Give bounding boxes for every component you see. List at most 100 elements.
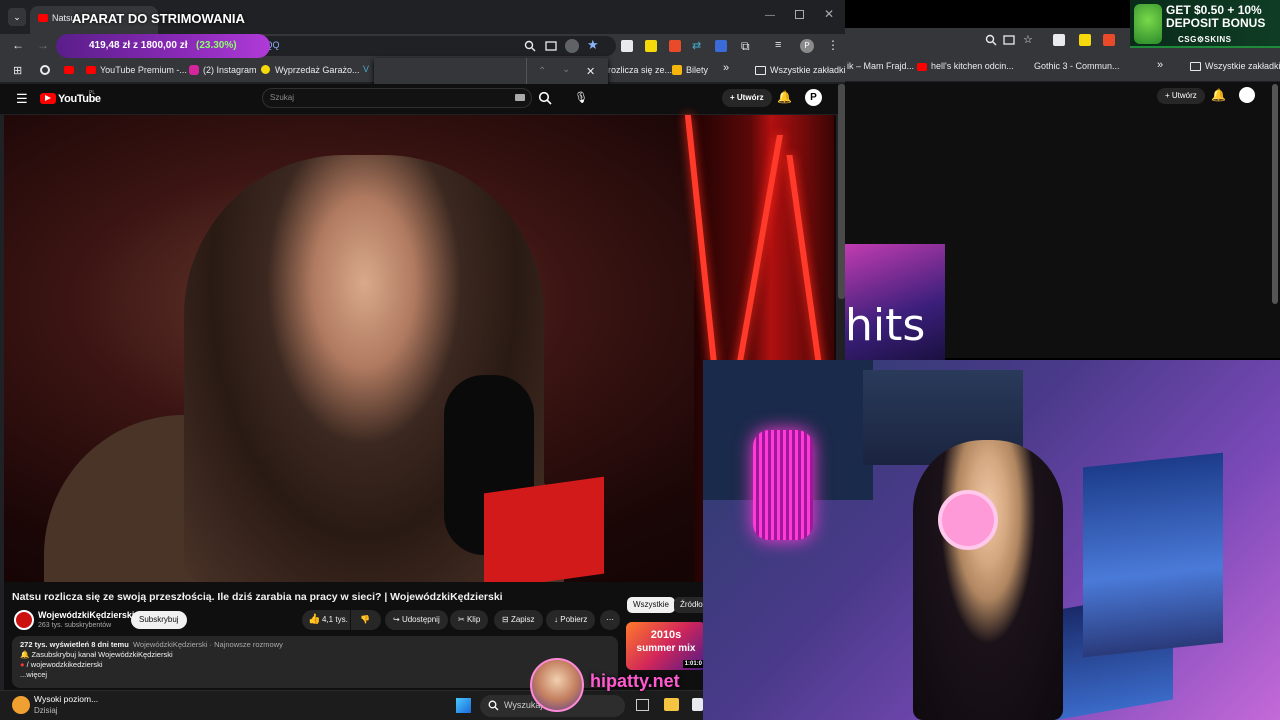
windows-start-icon[interactable]: [456, 698, 471, 713]
channel-avatar[interactable]: [14, 610, 34, 630]
youtube-favicon-icon: [38, 14, 48, 22]
bookmark-item[interactable]: ik – Mam Frajd...: [847, 61, 914, 71]
bookmark-youtube-premium[interactable]: YouTube Premium -...: [100, 65, 187, 75]
plus-icon: +: [730, 93, 737, 102]
bookmark-star-icon[interactable]: ★: [587, 37, 599, 53]
create-button[interactable]: + Utwórz: [1157, 88, 1205, 104]
bookmark-item[interactable]: Gothic 3 - Commun...: [1034, 61, 1120, 71]
find-prev-icon[interactable]: ⌃: [538, 66, 546, 77]
cast-icon[interactable]: [545, 40, 557, 52]
page-action-icon[interactable]: [565, 39, 579, 53]
youtube-header: ☰ YouTube PL Szukaj 🎙 + Utwórz 🔔 P: [0, 84, 838, 114]
hamburger-menu-icon[interactable]: ☰: [16, 91, 28, 107]
show-more-link[interactable]: ...więcej: [20, 670, 610, 680]
dislike-button[interactable]: 👎: [351, 610, 381, 630]
forward-icon[interactable]: →: [37, 38, 49, 52]
star-icon[interactable]: ☆: [1023, 33, 1033, 46]
find-next-icon[interactable]: ⌄: [562, 64, 570, 75]
background-bookmarks-bar: ik – Mam Frajd... hell's kitchen odcin..…: [845, 54, 1280, 82]
keyboard-icon[interactable]: [515, 94, 525, 101]
zoom-icon[interactable]: [524, 40, 536, 52]
create-button[interactable]: + Utwórz: [722, 89, 772, 107]
more-bookmarks-icon[interactable]: »: [1157, 59, 1163, 71]
zoom-icon[interactable]: [985, 34, 997, 46]
description-box[interactable]: 272 tys. wyświetleń 8 dni temu Wojewódzk…: [12, 636, 618, 688]
scrollbar[interactable]: [838, 84, 845, 299]
like-button[interactable]: 👍 4,1 tys.: [302, 610, 350, 630]
easel-canvas: [1083, 452, 1223, 658]
microphone-icon[interactable]: 🎙: [574, 91, 588, 104]
more-bookmarks-icon[interactable]: »: [723, 62, 729, 74]
save-button[interactable]: ⊟ Zapisz: [494, 610, 543, 630]
share-icon: ↪: [393, 615, 402, 624]
menu-kebab-icon[interactable]: ⋮: [827, 38, 839, 52]
sponsor-ad[interactable]: GET $0.50 + 10% DEPOSIT BONUS CSG⚙SKINS: [1130, 0, 1280, 48]
bookmark-bilety[interactable]: Bilety: [686, 65, 708, 75]
all-bookmarks[interactable]: Wszystkie zakładki: [770, 65, 846, 75]
clip-button[interactable]: ✂ Klip: [450, 610, 489, 630]
weather-icon[interactable]: [12, 696, 30, 714]
media-icon[interactable]: ≡: [775, 39, 781, 51]
profile-icon[interactable]: P: [800, 39, 814, 53]
more-actions-icon[interactable]: ⋯: [600, 610, 620, 630]
olx-icon: [261, 65, 270, 74]
chip-all[interactable]: Wszystkie: [627, 597, 675, 613]
cast-icon[interactable]: [1003, 34, 1015, 46]
youtube-bookmark-icon[interactable]: [64, 66, 74, 74]
weather-subtitle: Dzisiaj: [34, 706, 58, 715]
bookmark-circle-icon[interactable]: [40, 65, 50, 75]
avatar[interactable]: [1239, 87, 1255, 103]
video-duration: 1:01:0: [682, 660, 704, 668]
streamer: [913, 440, 1063, 720]
weather-title[interactable]: Wysoki poziom...: [34, 694, 98, 704]
folder-icon: [1190, 62, 1201, 71]
search-icon[interactable]: [538, 91, 552, 105]
search-input[interactable]: Szukaj: [262, 88, 532, 108]
folder-icon: [755, 66, 766, 75]
extensions-puzzle-icon[interactable]: ⧉: [741, 39, 750, 54]
bookmark-item[interactable]: hell's kitchen odcin...: [931, 61, 1014, 71]
subscribe-button[interactable]: Subskrybuj: [131, 611, 187, 629]
youtube-bookmark-icon: [917, 63, 927, 71]
bookmark-item[interactable]: rozlicza się ze...: [608, 65, 672, 75]
find-divider: [526, 58, 527, 84]
file-explorer-icon[interactable]: [664, 698, 679, 711]
apps-grid-icon[interactable]: ⊞: [13, 64, 22, 77]
plus-icon: +: [1165, 91, 1172, 100]
avatar[interactable]: P: [805, 89, 822, 106]
ad-line-2: DEPOSIT BONUS: [1166, 16, 1266, 30]
vinted-icon[interactable]: V: [363, 64, 369, 74]
extension-red-icon[interactable]: [1103, 34, 1115, 46]
bell-icon[interactable]: 🔔: [777, 90, 792, 104]
scrollbar[interactable]: [1272, 84, 1278, 304]
find-close-icon[interactable]: ✕: [586, 65, 595, 78]
extension-yellow-icon[interactable]: [1079, 34, 1091, 46]
share-button[interactable]: ↪ Udostępnij: [385, 610, 448, 630]
task-view-icon[interactable]: [636, 699, 649, 711]
app-icon[interactable]: [692, 698, 703, 711]
calendar-extension-icon[interactable]: [715, 40, 727, 52]
channel-name[interactable]: WojewódzkiKędzierski: [38, 610, 134, 620]
all-bookmarks[interactable]: Wszystkie zakładki: [1205, 61, 1280, 71]
tab-search-icon[interactable]: ⌄: [8, 8, 26, 26]
bookmark-wyprzedaz[interactable]: Wyprzedaż Garażo...: [275, 65, 359, 75]
bell-icon[interactable]: 🔔: [1211, 88, 1226, 102]
neon-stroke: [731, 135, 783, 395]
youtube-region: PL: [89, 90, 96, 96]
download-button[interactable]: ↓ Pobierz: [546, 610, 596, 630]
streamer-logo-avatar: [530, 658, 584, 712]
ad-line-1: GET $0.50 + 10%: [1166, 3, 1262, 17]
minimize-button[interactable]: —: [765, 10, 775, 21]
close-window-button[interactable]: ✕: [824, 7, 834, 21]
extension-yellow-icon[interactable]: [645, 40, 657, 52]
back-icon[interactable]: ←: [12, 38, 24, 52]
extension-icon[interactable]: [1053, 34, 1065, 46]
suggested-video-thumbnail[interactable]: 2010s summer mix 1:01:0: [626, 622, 706, 670]
thumbnail-text: hits: [845, 300, 926, 351]
maximize-button[interactable]: [795, 10, 804, 19]
extension-icon[interactable]: [621, 40, 633, 52]
translate-icon[interactable]: ⇄: [692, 39, 701, 52]
extension-red-icon[interactable]: [669, 40, 681, 52]
bookmark-instagram[interactable]: (2) Instagram: [203, 65, 257, 75]
watermark-text: hipatty.net: [590, 671, 680, 691]
